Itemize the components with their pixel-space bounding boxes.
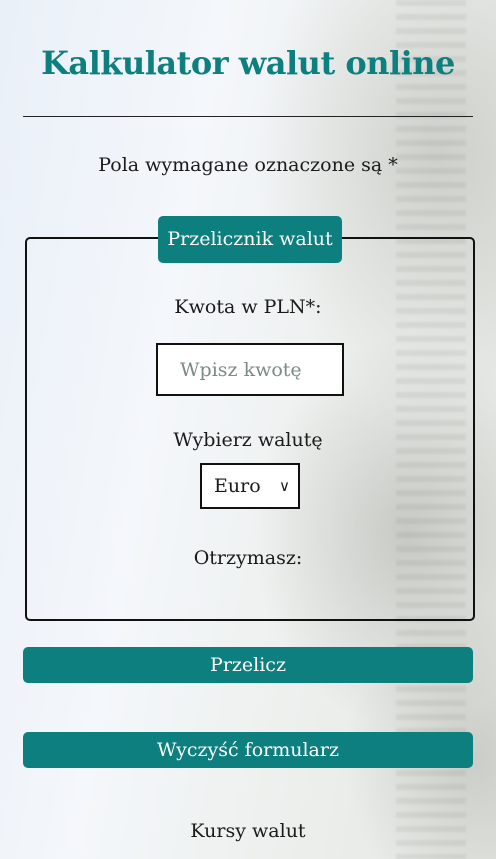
convert-button[interactable]: Przelicz [23, 647, 473, 683]
required-fields-note: Pola wymagane oznaczone są * [98, 154, 398, 176]
result-label: Otrzymasz: [193, 547, 303, 569]
title-divider [23, 116, 473, 117]
page-content: Kalkulator walut online Pola wymagane oz… [0, 0, 496, 859]
converter-legend: Przelicznik walut [158, 216, 342, 263]
currency-select[interactable]: Euro ∨ [200, 463, 300, 509]
chevron-down-icon: ∨ [279, 477, 290, 495]
page-title: Kalkulator walut online [41, 44, 455, 82]
clear-form-button[interactable]: Wyczyść formularz [23, 732, 473, 768]
currency-selected-value: Euro [214, 475, 261, 497]
rates-heading: Kursy walut [190, 820, 306, 842]
amount-label: Kwota w PLN*: [174, 296, 322, 318]
amount-input[interactable] [156, 343, 344, 396]
currency-label: Wybierz walutę [173, 429, 323, 451]
